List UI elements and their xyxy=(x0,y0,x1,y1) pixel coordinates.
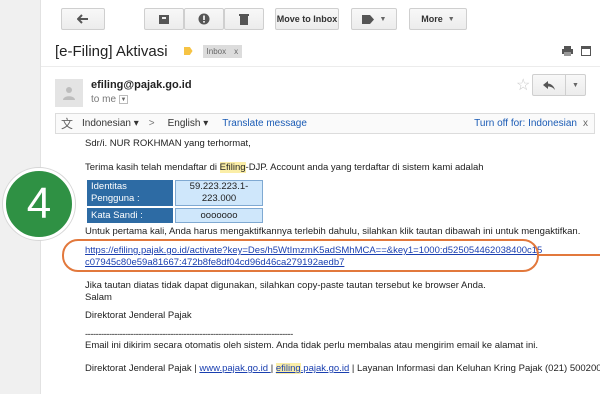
turn-off-translation-link[interactable]: Turn off for: Indonesian xyxy=(474,118,577,129)
salam-text: Salam xyxy=(85,292,112,303)
reply-icon xyxy=(543,80,555,90)
reply-button[interactable] xyxy=(532,74,566,96)
intro-text: Terima kasih telah mendaftar di Efiling-… xyxy=(85,162,484,173)
label-icon xyxy=(361,14,374,24)
remove-label-button[interactable]: x xyxy=(234,47,238,56)
more-button[interactable]: More ▼ xyxy=(409,8,467,30)
email-subject: [e-Filing] Aktivasi xyxy=(55,42,168,60)
divider xyxy=(41,66,600,67)
translate-icon: 文 xyxy=(61,117,74,131)
activation-instructions: Untuk pertama kali, Anda harus mengaktif… xyxy=(85,226,581,237)
back-arrow-icon xyxy=(77,14,88,24)
step-number-badge: 4 xyxy=(3,168,75,240)
reply-group: ▼ xyxy=(532,74,586,96)
trash-icon xyxy=(239,14,249,25)
chevron-right-icon: > xyxy=(148,118,155,129)
toolbar: Move to Inbox ▼ More ▼ xyxy=(41,0,600,38)
user-id-value: 59.223.223.1-223.000 xyxy=(175,180,263,206)
close-translate-bar-button[interactable]: x xyxy=(583,118,588,129)
sender-email: efiling@pajak.go.id xyxy=(91,79,192,91)
important-marker-icon[interactable] xyxy=(183,47,193,55)
back-button[interactable] xyxy=(61,8,105,30)
recipient-details-button[interactable]: ▼ xyxy=(119,95,129,104)
translate-message-link[interactable]: Translate message xyxy=(222,118,307,129)
email-view: Move to Inbox ▼ More ▼ [e-Filing] Aktiva… xyxy=(40,0,600,394)
auto-notice: Email ini dikirim secara otomatis oleh s… xyxy=(85,340,539,351)
target-language-select[interactable]: English ▾ xyxy=(168,118,209,129)
subject-row: [e-Filing] Aktivasi Inbox x xyxy=(55,40,595,62)
new-window-icon[interactable] xyxy=(581,46,591,56)
avatar xyxy=(55,79,83,107)
print-icon[interactable] xyxy=(562,46,573,56)
credentials-table: Identitas Pengguna : 59.223.223.1-223.00… xyxy=(85,178,265,225)
link-highlight-oval xyxy=(62,239,539,272)
signature: Direktorat Jenderal Pajak xyxy=(85,310,192,321)
footer: Direktorat Jenderal Pajak | www.pajak.go… xyxy=(85,363,600,374)
inbox-label-badge[interactable]: Inbox x xyxy=(202,44,243,58)
person-icon xyxy=(63,87,75,100)
source-language-select[interactable]: Indonesian ▾ xyxy=(82,118,139,129)
fallback-text: Jika tautan diatas tidak dapat digunakan… xyxy=(85,280,486,291)
more-actions-button[interactable]: ▼ xyxy=(566,74,586,96)
delete-button[interactable] xyxy=(224,8,264,30)
translate-bar: 文 Indonesian ▾ > English ▾ Translate mes… xyxy=(55,113,595,134)
labels-button[interactable]: ▼ xyxy=(351,8,397,30)
greeting: Sdr/i. NUR ROKHMAN yang terhormat, xyxy=(85,138,251,149)
move-to-inbox-button[interactable]: Move to Inbox xyxy=(275,8,339,30)
efiling-website-link[interactable]: efiling.pajak.go.id xyxy=(275,363,349,374)
archive-button[interactable] xyxy=(144,8,184,30)
chevron-down-icon: ▼ xyxy=(572,81,579,89)
recipient-line: to me ▼ xyxy=(91,94,129,105)
password-value: ooooooo xyxy=(175,208,263,223)
header-icons xyxy=(562,46,591,56)
password-label: Kata Sandi : xyxy=(87,208,173,223)
pajak-website-link[interactable]: www.pajak.go.id xyxy=(199,363,270,374)
callout-line xyxy=(539,254,600,256)
star-icon[interactable]: ☆ xyxy=(516,75,530,95)
user-id-label: Identitas Pengguna : xyxy=(87,180,173,206)
report-spam-icon xyxy=(198,13,210,25)
report-spam-button[interactable] xyxy=(184,8,224,30)
archive-icon xyxy=(159,14,169,24)
chevron-down-icon: ▼ xyxy=(379,15,387,23)
chevron-down-icon: ▼ xyxy=(447,15,455,23)
